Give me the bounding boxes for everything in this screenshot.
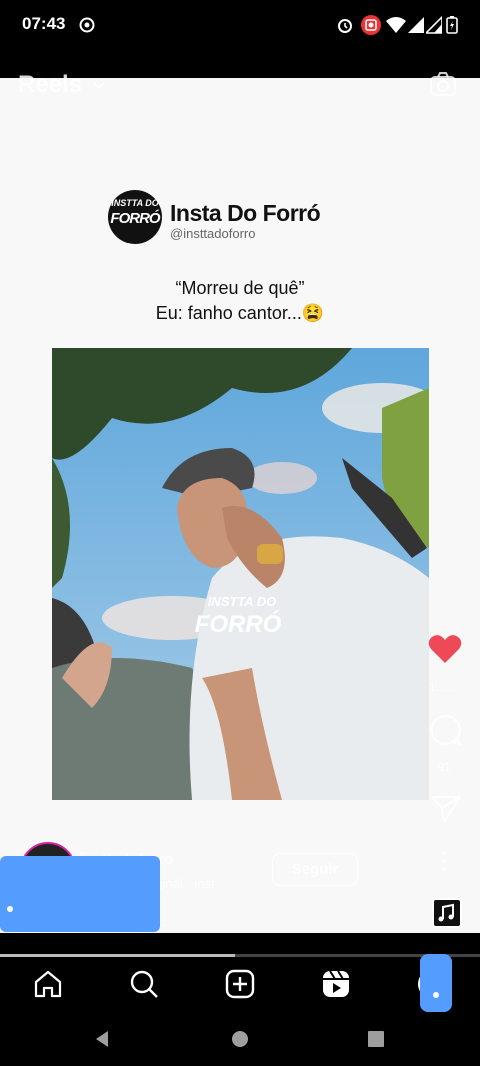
overlay-pill	[420, 954, 452, 1012]
caption-line-2: Eu: fanho cantor...😫	[155, 303, 325, 323]
heart-icon[interactable]	[428, 634, 462, 664]
like-count: 1... ...	[428, 680, 459, 694]
watermark-top: INSTTA DO	[208, 594, 277, 609]
alarm-icon	[338, 19, 352, 33]
send-icon[interactable]	[430, 794, 462, 824]
caption-line-1: “Morreu de quê”	[175, 278, 305, 298]
video-scene: INSTTA DO FORRÓ	[52, 348, 429, 800]
audio-thumbnail[interactable]	[432, 898, 462, 928]
home-circle-icon[interactable]	[230, 1029, 250, 1049]
home-icon[interactable]	[32, 968, 64, 1000]
camera-icon[interactable]	[430, 72, 456, 96]
status-time: 07:43	[22, 14, 66, 33]
battery-icon	[446, 16, 458, 34]
video-frame: INSTTA DO FORRÓ	[52, 348, 429, 800]
create-icon[interactable]	[224, 968, 256, 1000]
signal-icon	[426, 16, 442, 34]
watermark-main: FORRÓ	[195, 610, 282, 638]
music-note-icon	[438, 903, 454, 922]
account-handle: @insttadoforro	[170, 226, 256, 241]
signal-icon	[408, 17, 424, 33]
follow-button[interactable]: Seguir	[272, 853, 358, 886]
recents-icon[interactable]	[366, 1029, 386, 1049]
more-options-icon[interactable]	[436, 850, 452, 872]
reels-icon[interactable]	[320, 968, 352, 1000]
media-icon	[79, 17, 95, 33]
chevron-down-icon	[93, 81, 105, 90]
more-caption[interactable]: ...	[160, 914, 171, 929]
record-icon	[361, 15, 381, 35]
account-name: Insta Do Forró	[170, 200, 321, 226]
overlay-highlight	[0, 856, 160, 932]
account-logo: INSTTA DO FORRÓ	[108, 190, 162, 244]
progress-fill	[0, 954, 236, 957]
wifi-icon	[386, 17, 406, 33]
comment-icon[interactable]	[430, 714, 462, 746]
back-icon[interactable]	[92, 1029, 112, 1049]
search-icon[interactable]	[128, 968, 160, 1000]
comment-count: 91	[437, 760, 451, 774]
page-title[interactable]: Reels	[18, 71, 105, 99]
overlay-dot	[7, 906, 13, 912]
overlay-dot	[433, 992, 439, 998]
